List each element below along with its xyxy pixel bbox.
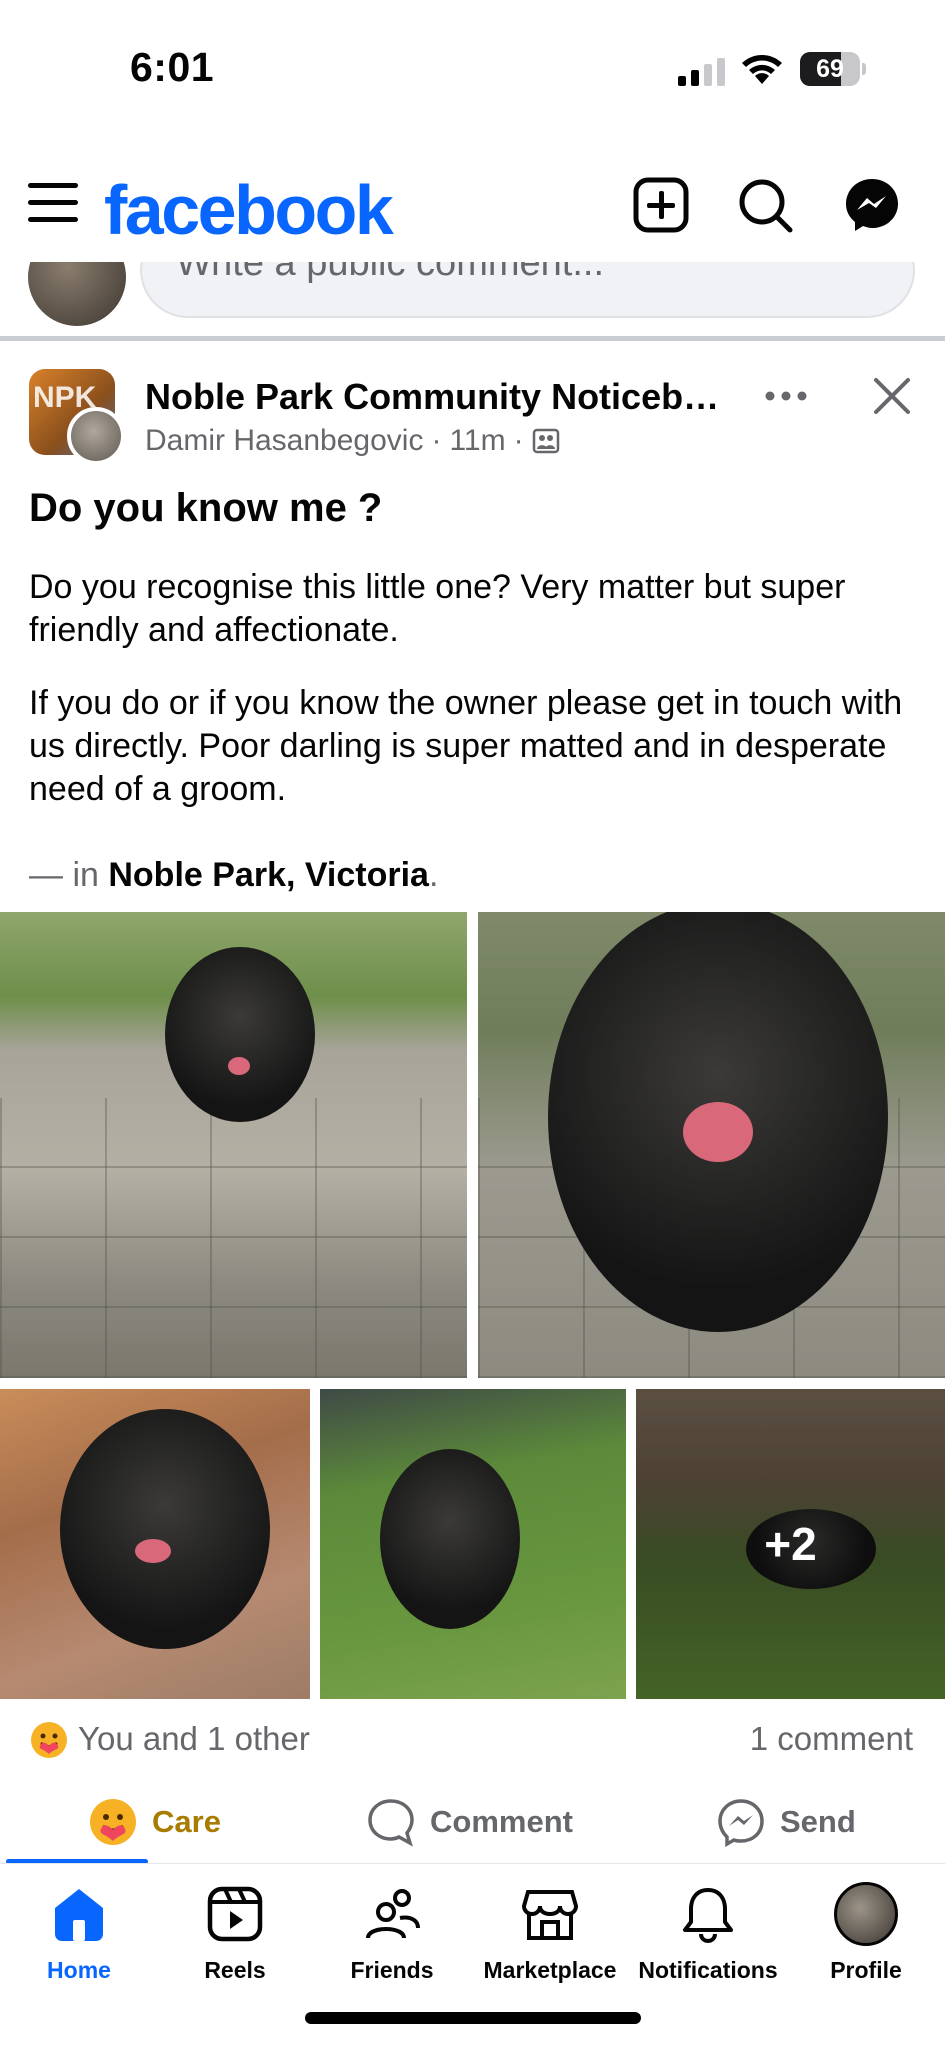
profile-avatar bbox=[834, 1882, 898, 1946]
nav-label: Notifications bbox=[638, 1957, 778, 1983]
marketplace-icon bbox=[521, 1890, 579, 1940]
nav-label: Reels bbox=[204, 1957, 266, 1983]
messenger-icon[interactable] bbox=[843, 176, 901, 234]
send-button[interactable]: Send bbox=[716, 1782, 856, 1862]
nav-profile[interactable]: Profile bbox=[787, 1864, 945, 1984]
post-photo[interactable] bbox=[0, 912, 467, 1378]
post-paragraph: Do you recognise this little one? Very m… bbox=[29, 568, 846, 649]
post-time[interactable]: 11m bbox=[449, 424, 505, 458]
comment-placeholder: Write a public comment... bbox=[176, 262, 605, 284]
nav-friends[interactable]: Friends bbox=[313, 1864, 471, 1984]
nav-notifications[interactable]: Notifications bbox=[629, 1864, 787, 1984]
search-icon[interactable] bbox=[736, 176, 794, 234]
post-photo[interactable] bbox=[0, 1389, 310, 1699]
send-label: Send bbox=[780, 1804, 856, 1839]
reactions-row: You and 1 other 1 comment bbox=[0, 1712, 945, 1772]
comment-button[interactable]: Comment bbox=[366, 1782, 573, 1862]
avatar bbox=[28, 262, 126, 326]
close-icon[interactable] bbox=[868, 372, 916, 420]
nav-label: Marketplace bbox=[483, 1957, 617, 1983]
meta-separator: · bbox=[513, 424, 524, 457]
comment-icon bbox=[368, 1799, 414, 1847]
comment-composer-peek: Write a public comment... bbox=[0, 262, 945, 332]
group-privacy-icon bbox=[532, 428, 559, 454]
facebook-logo[interactable]: facebook bbox=[104, 170, 394, 250]
location-link[interactable]: Noble Park, Victoria bbox=[108, 856, 429, 894]
post-photo[interactable] bbox=[478, 912, 945, 1378]
post-meta: Damir Hasanbegovic · 11m · bbox=[145, 424, 560, 458]
app-header: facebook bbox=[0, 150, 945, 260]
post-actions: Care Comment Send bbox=[0, 1782, 945, 1862]
more-options-icon[interactable] bbox=[762, 378, 810, 414]
post-photo-more[interactable]: +2 bbox=[636, 1389, 945, 1699]
post-location: — in Noble Park, Victoria. bbox=[29, 856, 438, 895]
group-name[interactable]: Noble Park Community Noticebo... bbox=[145, 376, 735, 418]
post-photo[interactable] bbox=[320, 1389, 626, 1699]
more-photos-count[interactable]: +2 bbox=[636, 1389, 945, 1699]
home-icon bbox=[55, 1889, 103, 1941]
reels-icon bbox=[207, 1886, 263, 1942]
comment-count[interactable]: 1 comment bbox=[750, 1720, 913, 1758]
status-time: 6:01 bbox=[130, 44, 215, 90]
location-suffix: . bbox=[428, 856, 439, 894]
meta-separator: · bbox=[431, 424, 442, 457]
post-title: Do you know me ? bbox=[29, 486, 383, 530]
post-paragraph: If you do or if you know the owner pleas… bbox=[29, 684, 903, 808]
nav-home[interactable]: Home bbox=[0, 1864, 158, 1984]
care-reaction-icon[interactable] bbox=[29, 1720, 69, 1760]
friends-icon bbox=[366, 1889, 420, 1939]
home-indicator bbox=[305, 2012, 641, 2024]
bottom-nav: Home Reels Friends Marketplace Notificat… bbox=[0, 1864, 945, 1984]
care-label: Care bbox=[152, 1804, 221, 1839]
care-icon bbox=[90, 1799, 136, 1845]
bell-icon bbox=[683, 1888, 733, 1944]
create-post-button[interactable] bbox=[632, 176, 690, 234]
cellular-signal-icon bbox=[678, 58, 725, 86]
battery-level: 69 bbox=[816, 55, 844, 83]
nav-label: Profile bbox=[830, 1957, 902, 1983]
comment-label: Comment bbox=[430, 1804, 573, 1839]
location-prefix: — in bbox=[29, 856, 109, 894]
author-avatar[interactable] bbox=[67, 407, 125, 465]
nav-label: Friends bbox=[350, 1957, 434, 1983]
reaction-summary[interactable]: You and 1 other bbox=[78, 1720, 310, 1758]
menu-icon[interactable] bbox=[28, 180, 78, 226]
nav-marketplace[interactable]: Marketplace bbox=[471, 1864, 629, 1984]
nav-label: Home bbox=[47, 1957, 111, 1983]
battery-icon: 69 bbox=[800, 52, 866, 86]
nav-reels[interactable]: Reels bbox=[156, 1864, 314, 1984]
post-divider bbox=[0, 336, 945, 341]
messenger-send-icon bbox=[718, 1799, 764, 1847]
comment-input[interactable]: Write a public comment... bbox=[140, 262, 915, 318]
care-button[interactable]: Care bbox=[88, 1782, 221, 1862]
wifi-icon bbox=[742, 55, 782, 84]
author-name[interactable]: Damir Hasanbegovic bbox=[145, 424, 423, 458]
status-bar: 6:01 69 bbox=[0, 0, 945, 130]
